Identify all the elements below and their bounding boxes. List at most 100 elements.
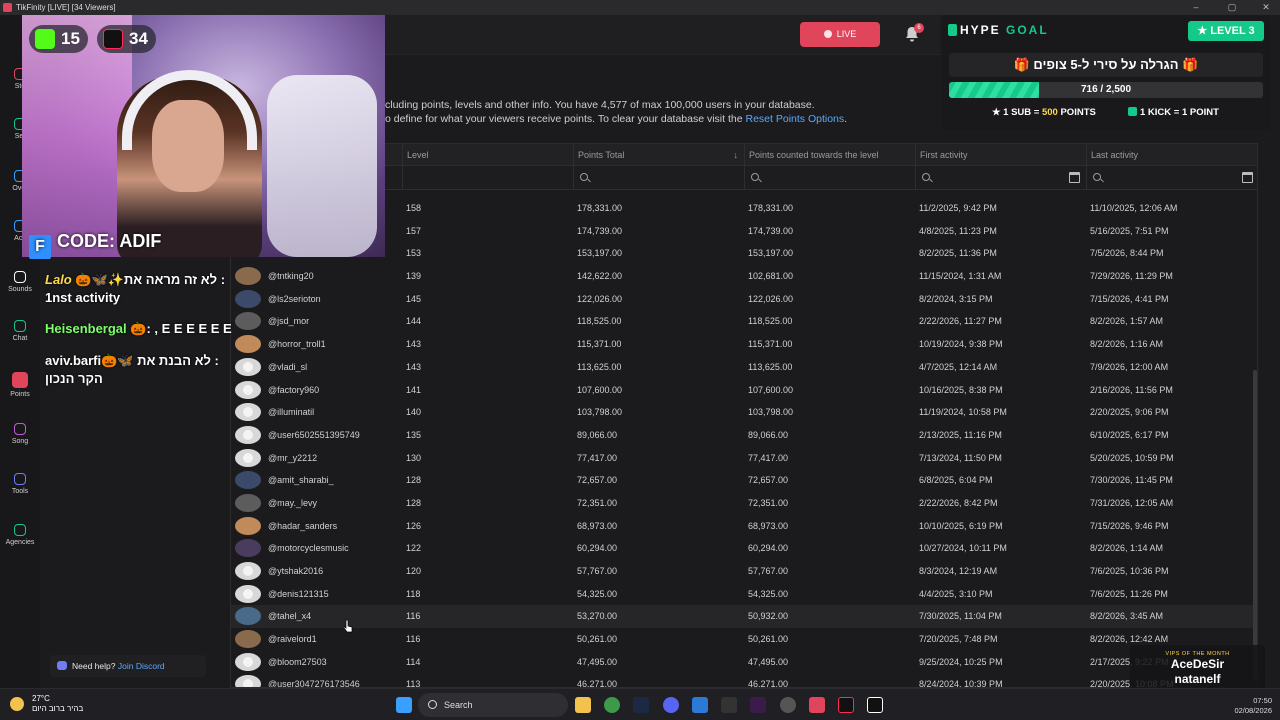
table-row[interactable]: @amit_sharabi_ 128 72,657.00 72,657.00 6/8/2… (231, 469, 1257, 492)
username-cell[interactable]: @illuminatil (268, 401, 314, 424)
sidebar-item-agencies[interactable]: Agencies (0, 524, 40, 546)
column-header-last-activity[interactable]: Last activity (1086, 144, 1257, 166)
chrome-icon[interactable] (604, 697, 620, 713)
filter-level[interactable] (402, 166, 573, 190)
username-cell[interactable]: @jsd_mor (268, 310, 309, 333)
table-row[interactable]: 158 178,331.00 178,331.00 11/2/2025, 9:42 P… (231, 197, 1257, 220)
table-row[interactable]: @raivelord1 116 50,261.00 50,261.00 7/20/202… (231, 628, 1257, 651)
taskbar-search[interactable]: Search (418, 693, 568, 717)
table-row[interactable]: @user6502551395749 135 89,066.00 89,066.00 2… (231, 424, 1257, 447)
epic-games-icon[interactable] (867, 697, 883, 713)
username-cell[interactable]: @amit_sharabi_ (268, 469, 334, 492)
level-cell: 122 (406, 543, 422, 554)
table-row[interactable]: 153 153,197.00 153,197.00 8/2/2025, 11:36 P… (231, 242, 1257, 265)
filter-first-activity[interactable] (915, 166, 1086, 190)
username-cell[interactable]: @hadar_sanders (268, 515, 337, 538)
avatar (235, 675, 261, 687)
kick-points-rule: 1 KICK = 1 POINT (1128, 107, 1219, 118)
calendar-icon[interactable] (1069, 172, 1080, 183)
terminal-icon[interactable] (721, 697, 737, 713)
first-cell: 10/27/2024, 10:11 PM (919, 543, 1007, 554)
column-header-level[interactable]: Level (402, 144, 573, 166)
username-cell[interactable]: @vladi_sl (268, 356, 307, 379)
last-cell: 6/10/2025, 6:17 PM (1090, 429, 1169, 440)
table-row[interactable]: @motorcyclesmusic 122 60,294.00 60,294.00 10… (231, 537, 1257, 560)
sun-icon (10, 697, 24, 711)
column-header-points-counted[interactable]: Points counted towards the level (744, 144, 915, 166)
live-button[interactable]: LIVE (800, 22, 880, 47)
table-row[interactable]: @tahel_x4 116 53,270.00 50,932.00 7/30/2025,… (231, 605, 1257, 629)
discord-icon[interactable] (663, 697, 679, 713)
last-cell: 5/20/2025, 10:59 PM (1090, 452, 1174, 463)
sidebar-item-points[interactable]: Points (0, 372, 40, 398)
taskbar-clock[interactable]: 07:50 02/08/2026 (1222, 696, 1272, 716)
table-row[interactable]: @illuminatil 140 103,798.00 103,798.00 11/19… (231, 401, 1257, 424)
counted-cell: 107,600.00 (748, 384, 794, 395)
hype-progress-text: 716 / 2,500 (1080, 84, 1132, 95)
username-cell[interactable]: @ytshak2016 (268, 560, 323, 583)
photoshop-icon[interactable] (633, 697, 649, 713)
reset-points-link[interactable]: Reset Points Options (746, 113, 845, 125)
username-cell[interactable]: @user6502551395749 (268, 424, 360, 447)
total-cell: 47,495.00 (577, 656, 618, 667)
sidebar-item-tools[interactable]: Tools (0, 473, 40, 495)
username-cell[interactable]: @may._levy (268, 492, 317, 515)
table-row[interactable]: @user3047276173546 113 46,271.00 46,271.00 8… (231, 673, 1257, 687)
table-row[interactable]: @tntking20 139 142,622.00 102,681.00 11/15/2… (231, 265, 1257, 288)
rule-sub: 1 SUB = (1003, 107, 1042, 118)
sidebar-song-icon (14, 423, 26, 435)
username-cell[interactable]: @factory960 (268, 379, 319, 402)
filter-points-total[interactable] (573, 166, 744, 190)
tiktok-icon[interactable] (838, 697, 854, 713)
total-cell: 115,371.00 (577, 339, 622, 350)
column-header-first-activity[interactable]: First activity (915, 144, 1086, 166)
windows-start-icon[interactable] (396, 697, 412, 713)
table-row[interactable]: @denis121315 118 54,325.00 54,325.00 4/4/202… (231, 583, 1257, 606)
filter-last-activity[interactable] (1086, 166, 1257, 190)
sidebar-item-song[interactable]: Song (0, 423, 40, 445)
table-row[interactable]: @jsd_mor 144 118,525.00 118,525.00 2/22/2026… (231, 310, 1257, 333)
counted-cell: 174,739.00 (748, 225, 794, 236)
join-discord-link[interactable]: Join Discord (118, 661, 165, 671)
sort-icon[interactable]: ↓ (734, 144, 739, 166)
sidebar-item-chat[interactable]: Chat (0, 320, 40, 342)
table-row[interactable]: @vladi_sl 143 113,625.00 113,625.00 4/7/2025… (231, 356, 1257, 379)
username-cell[interactable]: @denis121315 (268, 583, 329, 606)
table-row[interactable]: @hadar_sanders 126 68,973.00 68,973.00 10/10… (231, 515, 1257, 538)
total-cell: 77,417.00 (577, 452, 618, 463)
username-cell[interactable]: @ls2serioton (268, 288, 321, 311)
close-icon[interactable]: ✕ (1254, 0, 1278, 15)
table-row[interactable]: 157 174,739.00 174,739.00 4/8/2025, 11:23 P… (231, 220, 1257, 243)
weather-widget[interactable]: 27°C בהיר ברוב היום (10, 694, 83, 714)
username-cell[interactable]: @bloom27503 (268, 651, 327, 674)
tikfinity-icon[interactable] (809, 697, 825, 713)
username-cell[interactable]: @tntking20 (268, 265, 314, 288)
minimize-icon[interactable]: – (1184, 0, 1208, 15)
maximize-icon[interactable]: ▢ (1220, 0, 1244, 15)
username-cell[interactable]: @horror_troll1 (268, 333, 326, 356)
username-cell[interactable]: @tahel_x4 (268, 605, 311, 628)
sidebar-item-sounds[interactable]: Sounds (0, 271, 40, 293)
file-explorer-icon[interactable] (575, 697, 591, 713)
username-cell[interactable]: @raivelord1 (268, 628, 317, 651)
table-row[interactable]: @ls2serioton 145 122,026.00 122,026.00 8/2/2… (231, 288, 1257, 311)
table-row[interactable]: @factory960 141 107,600.00 107,600.00 10/16/… (231, 379, 1257, 402)
table-row[interactable]: @may._levy 128 72,351.00 72,351.00 2/22/2026… (231, 492, 1257, 515)
obs-icon[interactable] (780, 697, 796, 713)
table-row[interactable]: @horror_troll1 143 115,371.00 115,371.00 10/… (231, 333, 1257, 356)
last-cell: 7/15/2026, 9:46 PM (1090, 520, 1169, 531)
filter-points-counted[interactable] (744, 166, 915, 190)
username-cell[interactable]: @mr_y2212 (268, 447, 317, 470)
column-header-points-total[interactable]: Points Total ↓ (573, 144, 744, 166)
username-cell[interactable]: @user3047276173546 (268, 673, 360, 687)
table-row[interactable]: @ytshak2016 120 57,767.00 57,767.00 8/3/2024… (231, 560, 1257, 583)
calendar-icon[interactable] (1242, 172, 1253, 183)
table-row[interactable]: @bloom27503 114 47,495.00 47,495.00 9/25/202… (231, 651, 1257, 674)
app-icon[interactable] (750, 697, 766, 713)
username-cell[interactable]: @motorcyclesmusic (268, 537, 349, 560)
table-row[interactable]: @mr_y2212 130 77,417.00 77,417.00 7/13/2024,… (231, 447, 1257, 470)
counted-cell: 113,625.00 (748, 361, 793, 372)
notepad-icon[interactable] (692, 697, 708, 713)
table-scrollbar[interactable] (1253, 370, 1257, 680)
total-cell: 53,270.00 (577, 611, 618, 622)
